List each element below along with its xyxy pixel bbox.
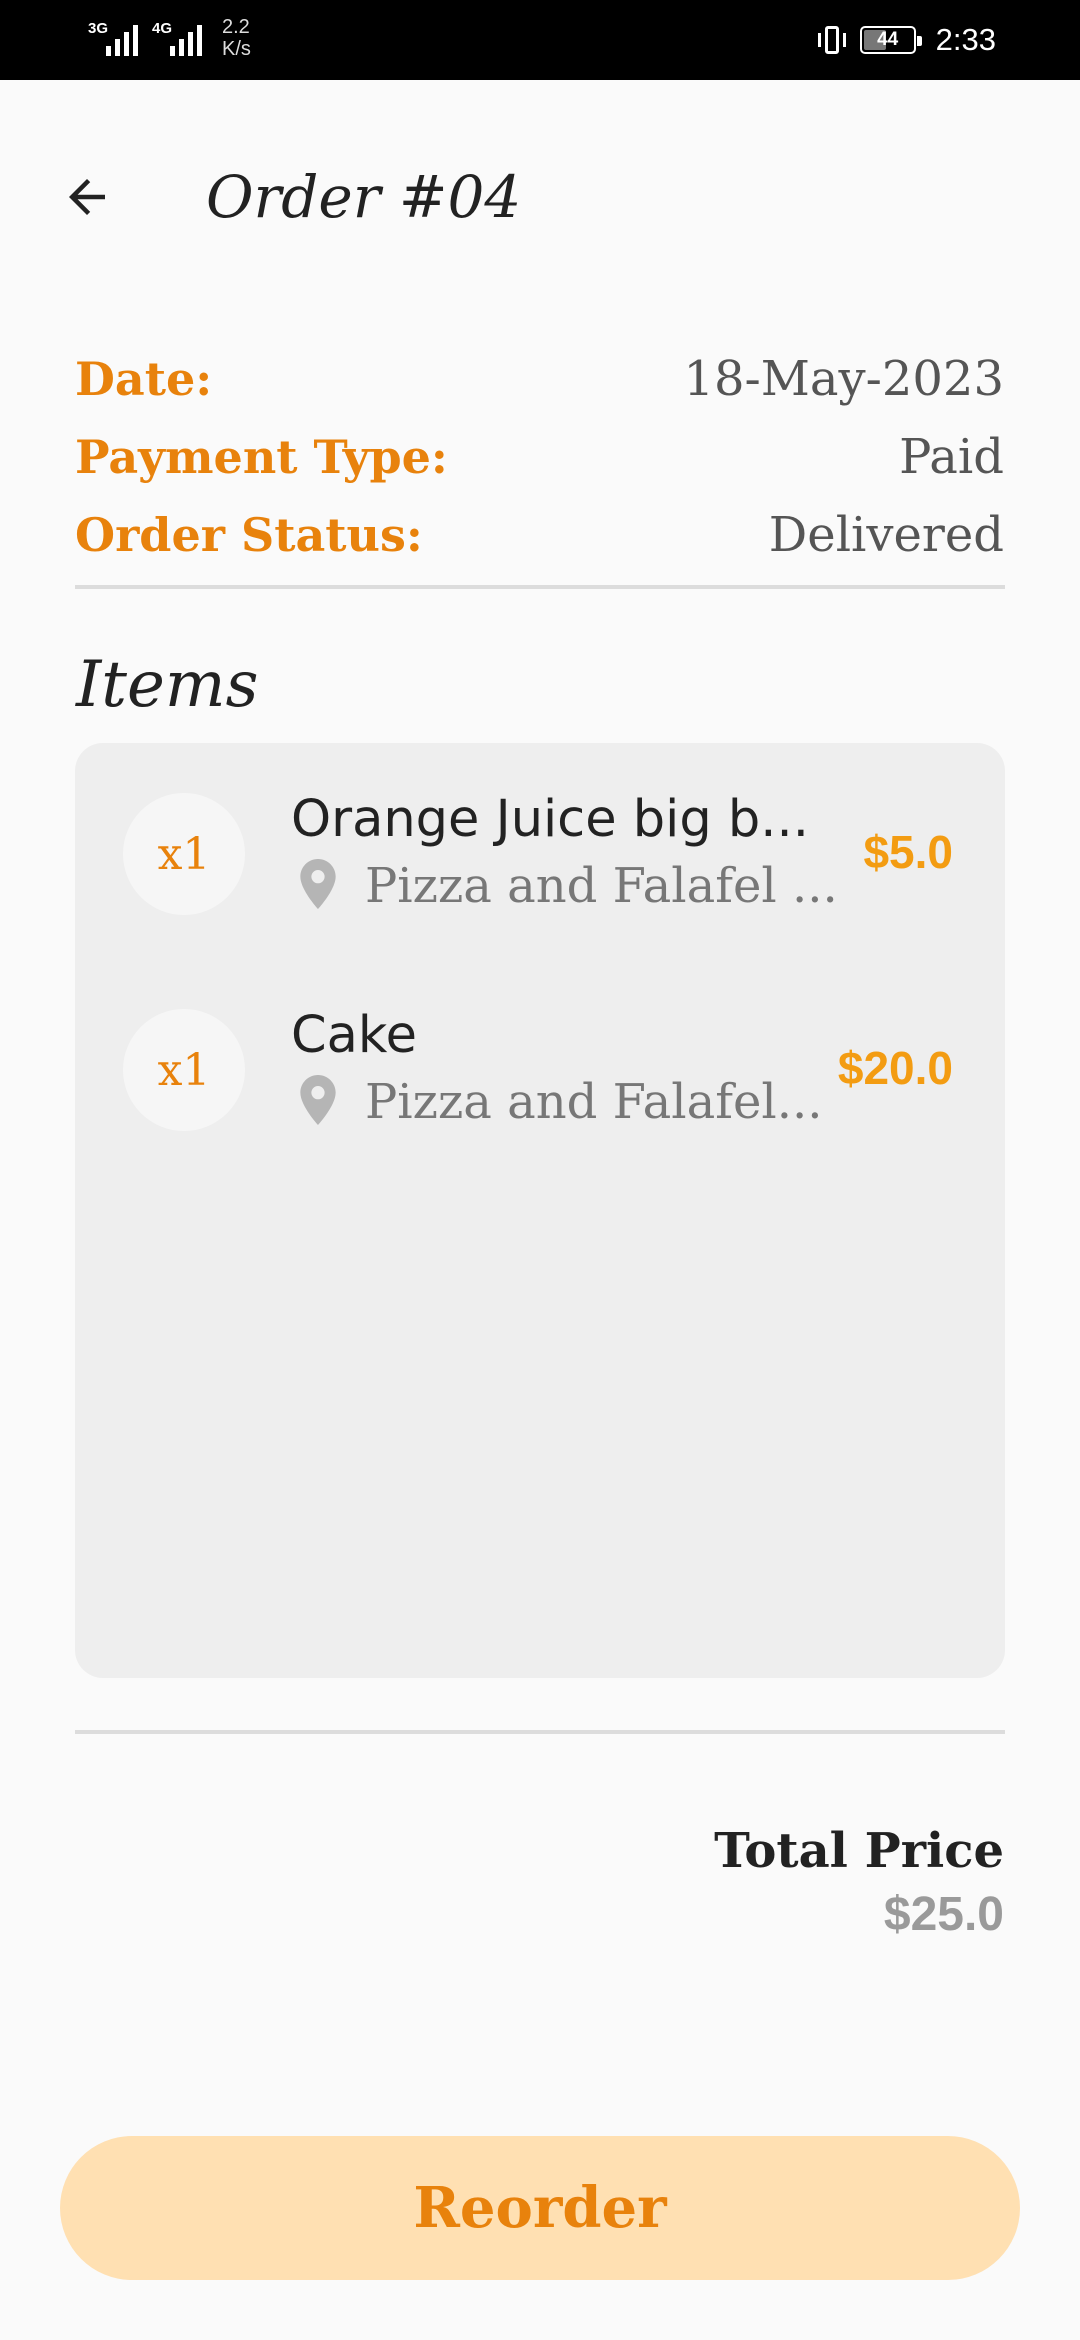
clock: 2:33 — [935, 22, 996, 57]
back-button[interactable] — [52, 162, 122, 232]
battery-level: 44 — [877, 29, 899, 50]
total-price-value: $25.0 — [883, 1888, 1004, 1941]
payment-type-label: Payment Type: — [75, 430, 448, 484]
total-price-label: Total Price — [714, 1823, 1004, 1879]
battery-icon: 44 — [859, 26, 922, 54]
items-list: x1 Orange Juice big b... Pizza and Falaf… — [75, 743, 1005, 1678]
item-name: Orange Juice big b... — [291, 790, 809, 849]
item-store: Pizza and Falafel... — [365, 1074, 823, 1130]
payment-type-value: Paid — [899, 429, 1004, 485]
arrow-left-icon — [69, 179, 105, 215]
date-value: 18-May-2023 — [683, 351, 1004, 407]
signal-4g-icon: 4G — [152, 16, 202, 56]
order-status-label: Order Status: — [75, 508, 423, 562]
list-item[interactable]: x1 Cake Pizza and Falafel... $20.0 — [75, 1005, 1005, 1135]
payment-type-row: Payment Type: Paid — [75, 427, 1004, 487]
items-heading: Items — [76, 648, 259, 722]
location-pin-icon — [300, 859, 336, 909]
page-title: Order #04 — [206, 163, 522, 231]
list-item[interactable]: x1 Orange Juice big b... Pizza and Falaf… — [75, 789, 1005, 919]
quantity-badge: x1 — [123, 1009, 245, 1131]
order-status-value: Delivered — [768, 507, 1004, 563]
quantity-badge: x1 — [123, 793, 245, 915]
location-pin-icon — [300, 1075, 336, 1125]
signal-3g-icon: 3G — [88, 16, 138, 56]
reorder-button[interactable]: Reorder — [60, 2136, 1020, 2280]
date-row: Date: 18-May-2023 — [75, 349, 1004, 409]
item-store: Pizza and Falafel ... — [365, 858, 838, 914]
divider — [75, 585, 1005, 589]
item-name: Cake — [291, 1006, 417, 1065]
vibrate-icon — [816, 24, 848, 56]
order-status-row: Order Status: Delivered — [75, 505, 1004, 565]
status-bar: 3G 4G 2.2 K/s 44 2:33 — [0, 0, 1080, 80]
item-price: $20.0 — [837, 1042, 953, 1094]
divider — [75, 1730, 1005, 1734]
date-label: Date: — [75, 352, 213, 406]
item-price: $5.0 — [863, 826, 953, 878]
network-speed: 2.2 K/s — [222, 16, 251, 60]
